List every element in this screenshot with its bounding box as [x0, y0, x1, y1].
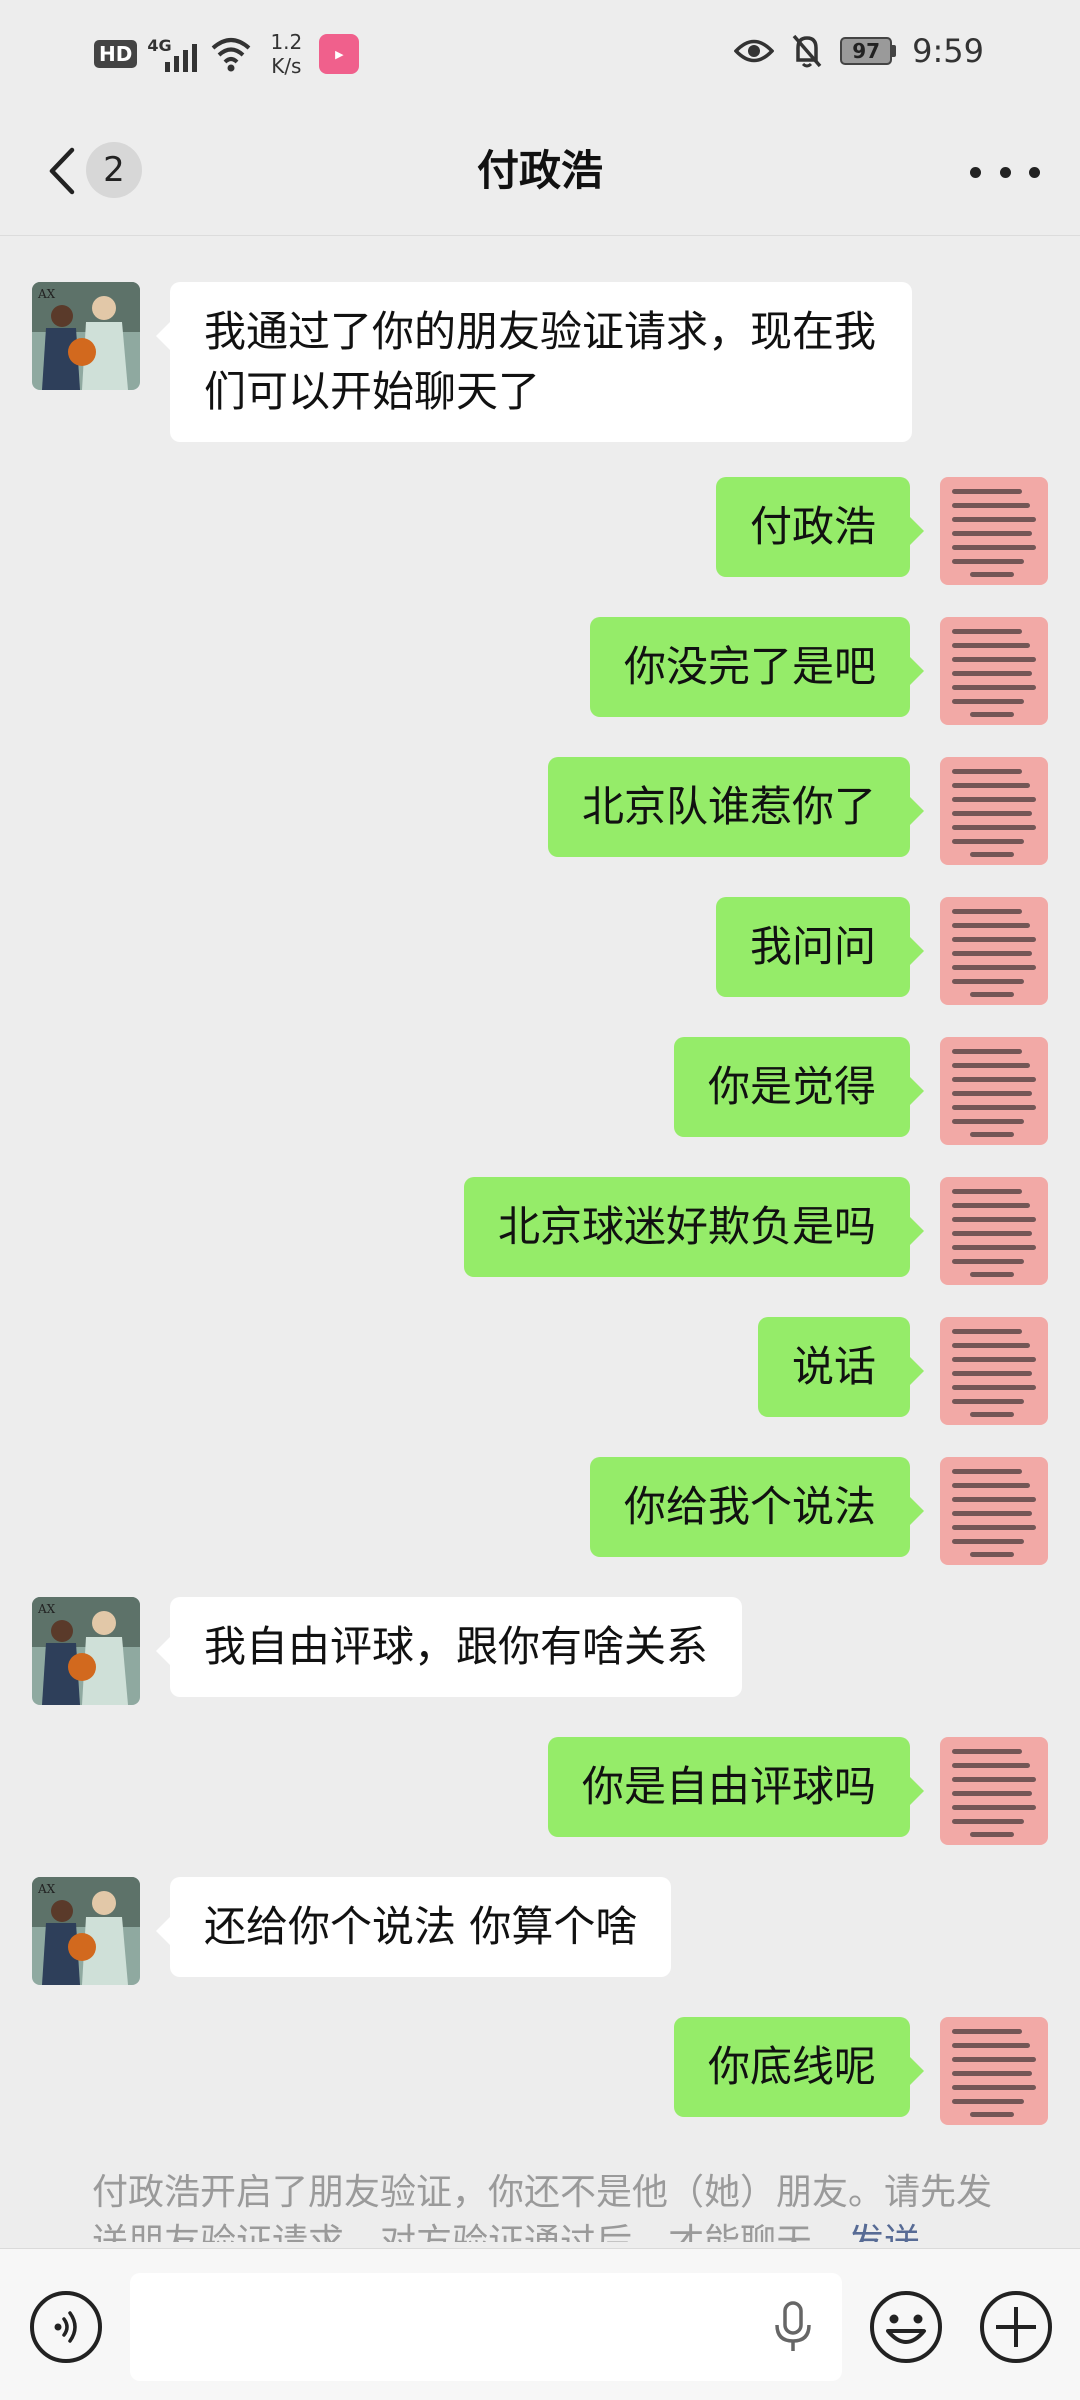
my-avatar[interactable]	[940, 1177, 1048, 1285]
message-input[interactable]	[130, 2273, 842, 2381]
eye-icon	[734, 39, 775, 63]
voice-icon	[54, 2311, 77, 2343]
my-avatar[interactable]	[940, 897, 1048, 1005]
my-avatar[interactable]	[940, 617, 1048, 725]
clock: 9:59	[912, 32, 984, 70]
more-options-button[interactable]	[970, 150, 1040, 194]
my-avatar[interactable]	[940, 1317, 1048, 1425]
my-avatar[interactable]	[940, 1737, 1048, 1845]
more-dots-icon	[970, 166, 981, 178]
message-bubble-sent[interactable]: 我问问	[715, 897, 925, 997]
message-bubble-sent[interactable]: 你是自由评球吗	[547, 1737, 925, 1837]
contact-avatar[interactable]: AX	[32, 1877, 140, 1985]
message-bubble-sent[interactable]: 你给我个说法	[589, 1457, 925, 1557]
plus-icon[interactable]	[978, 2289, 1054, 2365]
my-avatar[interactable]	[940, 1457, 1048, 1565]
speed-value: 1.2	[270, 30, 303, 54]
status-bar: HD 4G 1.2 K/s ▶ 97 9:59	[0, 0, 1080, 106]
contact-avatar[interactable]: AX	[32, 282, 140, 390]
signal-icon: 4G	[147, 34, 199, 74]
battery-indicator: 97	[840, 37, 897, 65]
message-bubble-sent[interactable]: 你底线呢	[673, 2017, 925, 2117]
voice-toggle-button[interactable]	[30, 2291, 102, 2363]
svg-text:AX: AX	[37, 1882, 56, 1896]
chat-header: 2 付政浩	[0, 106, 1080, 236]
battery-level: 97	[840, 37, 893, 65]
message-bubble-sent[interactable]: 北京球迷好欺负是吗	[463, 1177, 925, 1277]
my-avatar[interactable]	[940, 1037, 1048, 1145]
svg-text:AX: AX	[37, 1602, 56, 1616]
hd-indicator: HD	[94, 40, 138, 68]
emoji-icon[interactable]	[868, 2289, 944, 2365]
message-bubble-sent[interactable]: 说话	[757, 1317, 925, 1417]
message-bubble-received[interactable]: 我自由评球，跟你有啥关系	[155, 1597, 743, 1697]
message-bubble-sent[interactable]: 北京队谁惹你了	[547, 757, 925, 857]
wifi-icon	[212, 38, 251, 72]
mute-bell-icon	[792, 34, 822, 68]
message-bubble-received[interactable]: 还给你个说法 你算个啥	[155, 1877, 672, 1977]
message-bubble-sent[interactable]: 你没完了是吧	[589, 617, 925, 717]
send-verification-link[interactable]: 发送	[848, 2222, 920, 2242]
network-speed: 1.2 K/s	[263, 30, 309, 78]
status-right: 97 9:59	[734, 32, 984, 70]
my-avatar[interactable]	[940, 2017, 1048, 2125]
friend-verification-notice: 付政浩开启了朋友验证，你还不是他（她）朋友。请先发送朋友验证请求，对方验证通过后…	[92, 2168, 1002, 2242]
message-bubble-received[interactable]: 我通过了你的朋友验证请求，现在我们可以开始聊天了	[156, 282, 912, 442]
status-left: HD 4G 1.2 K/s ▶	[94, 30, 360, 78]
chat-title: 付政浩	[476, 146, 603, 195]
message-bubble-sent[interactable]: 付政浩	[715, 477, 925, 577]
app-notification-icon: ▶	[319, 34, 360, 74]
input-bar	[0, 2248, 1080, 2400]
contact-avatar[interactable]: AX	[32, 1597, 140, 1705]
my-avatar[interactable]	[940, 757, 1048, 865]
svg-text:AX: AX	[37, 287, 56, 301]
my-avatar[interactable]	[940, 477, 1048, 585]
speed-unit: K/s	[271, 54, 302, 78]
microphone-icon[interactable]	[768, 2297, 818, 2357]
message-bubble-sent[interactable]: 你是觉得	[673, 1037, 925, 1137]
